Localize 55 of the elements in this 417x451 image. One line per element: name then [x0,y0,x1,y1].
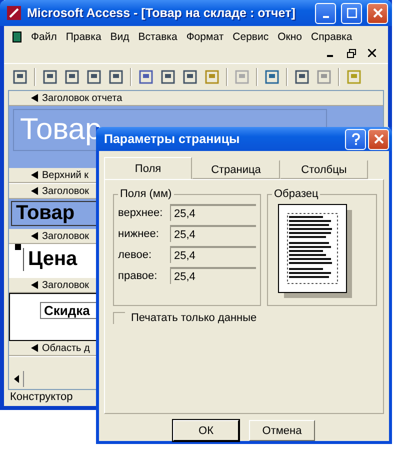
maximize-button[interactable] [341,2,362,24]
pointer-icon [31,94,39,102]
close-icon [374,134,384,144]
tab[interactable]: Поля [104,157,192,180]
group-title: Образец [273,188,320,200]
ok-button[interactable]: ОК [173,420,239,441]
cancel-button[interactable]: Отмена [249,420,315,441]
window-title: Microsoft Access - [Товар на складе : отчет] [27,6,296,20]
checkbox[interactable] [113,312,125,324]
margin-label: верхнее: [118,206,164,219]
menu-item[interactable]: Сервис [232,31,269,43]
close-icon [372,8,382,18]
database-icon[interactable] [12,31,22,43]
close-button[interactable] [367,2,388,24]
checkbox-label: Печатать только данные [131,312,257,324]
section-label: Заголовок [42,280,90,290]
margin-label: правое: [118,270,158,282]
section-bar[interactable]: Заголовок отчета [9,91,383,106]
pointer-icon [31,344,39,352]
pointer-icon [31,281,39,289]
close-icon[interactable] [368,49,376,57]
tab[interactable]: Столбцы [280,160,368,180]
maximize-icon [346,8,356,18]
status-text: Конструктор [9,390,74,405]
menu-item[interactable]: Вид [110,31,130,43]
margin-label: левое: [118,248,153,261]
margin-input[interactable]: 25,4 [170,267,256,284]
left-arrow-icon [14,375,18,383]
tab[interactable]: Страница [192,160,280,180]
dialog-title: Параметры страницы [104,132,241,146]
section-label: Область д [42,342,90,354]
pointer-icon [31,232,39,240]
group-title: Поля (мм) [119,188,173,200]
menu-item[interactable]: Правка [66,31,102,43]
section-label: Верхний к [42,170,89,180]
price-label: Цена [23,248,82,271]
margin-input[interactable]: 25,4 [170,225,256,242]
help-button[interactable] [345,128,366,150]
print-data-checkbox[interactable]: Печатать только данные [113,312,377,324]
minimize-icon [322,16,328,18]
menu-item[interactable]: Окно [278,31,302,43]
menu-item[interactable]: Формат [186,31,224,43]
menu-item[interactable]: Файл [31,31,57,43]
minimize-button[interactable] [315,2,336,24]
margin-input[interactable]: 25,4 [170,246,256,264]
section-label: Заголовок [42,230,90,242]
menu-item[interactable]: Вставка [138,31,178,43]
close-button[interactable] [368,128,389,150]
selection-handle-icon[interactable] [15,244,21,250]
section-label: Заголовок [42,186,90,196]
section-label: Заголовок отчета [42,92,122,104]
margin-label: нижнее: [118,228,160,240]
restore-icon[interactable] [347,48,356,58]
margin-input[interactable]: 25,4 [170,204,256,222]
menu-item[interactable]: Справка [311,31,352,43]
